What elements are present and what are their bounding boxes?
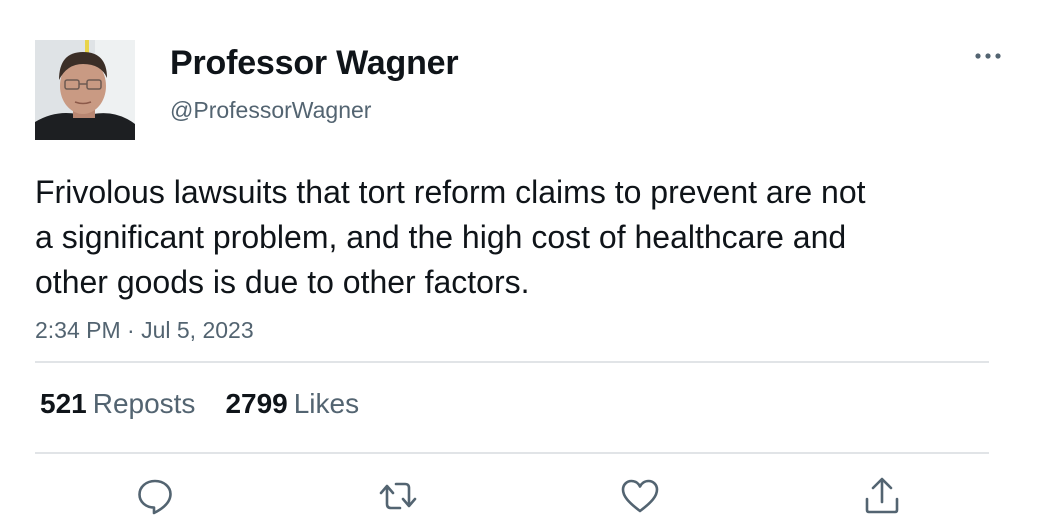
reposts-count: 521 — [40, 388, 87, 419]
more-horizontal-icon — [975, 53, 1001, 59]
like-button[interactable] — [618, 474, 662, 518]
divider — [35, 452, 989, 454]
tweet-text: Frivolous lawsuits that tort reform clai… — [35, 174, 866, 300]
heart-icon — [621, 479, 659, 513]
tweet-timestamp[interactable]: 2:34 PM · Jul 5, 2023 — [35, 315, 254, 345]
engagement-stats: 521 Reposts 2799 Likes — [40, 386, 389, 422]
likes-stat[interactable]: 2799 Likes — [225, 386, 359, 422]
profile-photo-icon — [35, 40, 135, 140]
more-options-button[interactable] — [968, 40, 1008, 72]
likes-label: Likes — [293, 388, 360, 419]
divider — [35, 361, 989, 363]
reposts-label: Reposts — [92, 388, 196, 419]
tweet-card: Professor Wagner @ProfessorWagner Frivol… — [0, 0, 1050, 525]
retweet-button[interactable] — [376, 474, 420, 518]
reposts-stat[interactable]: 521 Reposts — [40, 386, 195, 422]
likes-count: 2799 — [225, 388, 288, 419]
retweet-icon — [379, 482, 417, 510]
avatar[interactable] — [35, 40, 135, 140]
share-icon — [865, 477, 899, 514]
share-button[interactable] — [860, 474, 904, 518]
reply-button[interactable] — [133, 474, 177, 518]
display-name[interactable]: Professor Wagner — [170, 42, 459, 84]
user-handle[interactable]: @ProfessorWagner — [170, 96, 371, 124]
reply-icon — [138, 479, 172, 515]
